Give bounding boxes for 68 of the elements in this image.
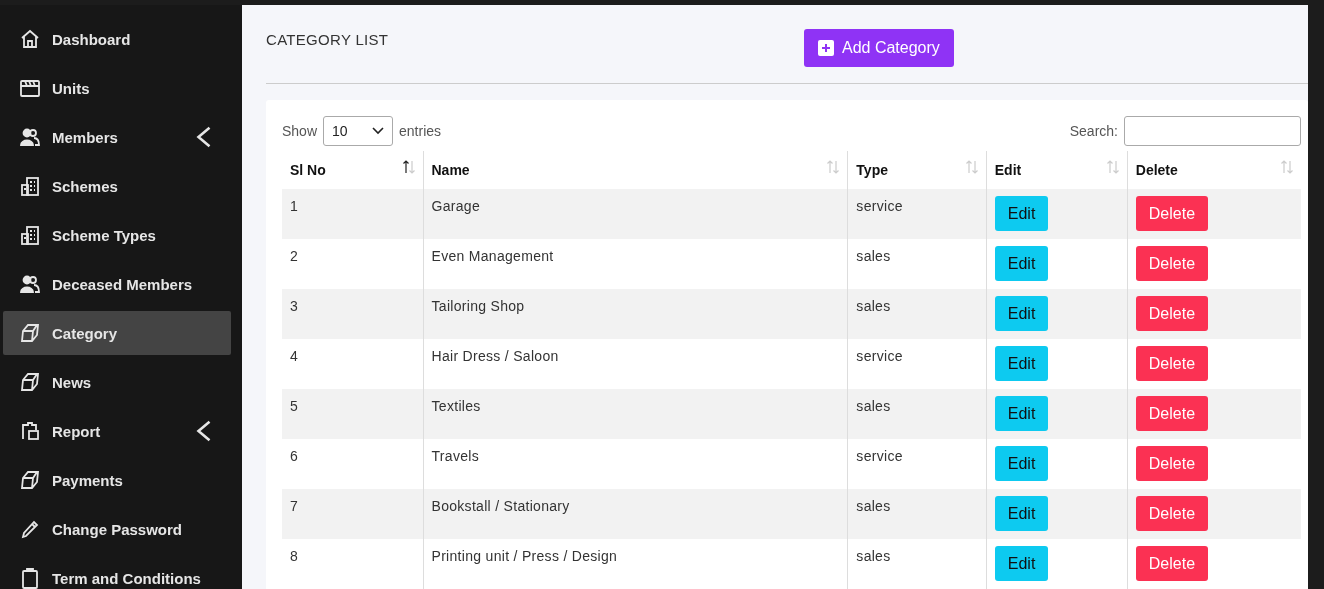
sidebar-item[interactable]: Payments	[3, 458, 231, 502]
table-cell: 7	[282, 489, 423, 539]
column-header[interactable]: Sl No	[282, 151, 423, 189]
sidebar-item[interactable]: News	[3, 360, 231, 404]
sidebar-item[interactable]: Scheme Types	[3, 213, 231, 257]
table-cell: service	[847, 189, 987, 239]
search-field[interactable]	[1124, 116, 1301, 146]
sidebar-item[interactable]: Report	[3, 409, 231, 453]
box-icon	[19, 322, 41, 344]
edit-button[interactable]: Edit	[994, 246, 1049, 281]
users-icon	[19, 273, 41, 295]
table-cell: Tailoring Shop	[423, 289, 848, 339]
sidebar-item[interactable]: Units	[3, 66, 231, 110]
edit-button[interactable]: Edit	[994, 396, 1049, 431]
table-cell: sales	[847, 389, 987, 439]
page-title: CATEGORY LIST	[266, 31, 390, 48]
sidebar-item[interactable]: Change Password	[3, 507, 231, 551]
table-cell: sales	[847, 489, 987, 539]
sidebar-item[interactable]: Members	[3, 115, 231, 159]
edit-button[interactable]: Edit	[994, 346, 1049, 381]
delete-button[interactable]: Delete	[1135, 396, 1209, 431]
table-cell: Garage	[423, 189, 848, 239]
home-icon	[19, 28, 41, 50]
sidebar-item[interactable]: Category	[3, 311, 231, 355]
table-cell: sales	[847, 289, 987, 339]
clapper-icon	[19, 77, 41, 99]
report-icon	[19, 420, 41, 442]
table-cell: 4	[282, 339, 423, 389]
add-category-button[interactable]: Add Category	[804, 29, 954, 67]
show-label: Show	[282, 123, 318, 139]
delete-button[interactable]: Delete	[1135, 446, 1209, 481]
delete-button[interactable]: Delete	[1135, 296, 1209, 331]
box-icon	[19, 469, 41, 491]
table-cell: Textiles	[423, 389, 848, 439]
delete-button[interactable]: Delete	[1135, 246, 1209, 281]
chevron-down-icon	[372, 127, 385, 135]
sidebar-item[interactable]: Deceased Members	[3, 262, 231, 306]
table-cell: Printing unit / Press / Design	[423, 539, 848, 589]
table-cell: sales	[847, 539, 987, 589]
sidebar-item[interactable]: Dashboard	[3, 17, 231, 61]
table-cell: 2	[282, 239, 423, 289]
delete-button[interactable]: Delete	[1135, 546, 1209, 581]
table-cell: 5	[282, 389, 423, 439]
delete-button[interactable]: Delete	[1135, 346, 1209, 381]
edit-button[interactable]: Edit	[994, 546, 1049, 581]
table-cell: 1	[282, 189, 423, 239]
sidebar-item[interactable]: Schemes	[3, 164, 231, 208]
table-cell: 8	[282, 539, 423, 589]
delete-button[interactable]: Delete	[1135, 196, 1209, 231]
box-icon	[19, 371, 41, 393]
sidebar-item[interactable]: Term and Conditions	[3, 556, 231, 589]
plus-square-icon	[818, 40, 834, 56]
edit-button[interactable]: Edit	[994, 446, 1049, 481]
table-cell: 3	[282, 289, 423, 339]
edit-button[interactable]: Edit	[994, 196, 1049, 231]
delete-button[interactable]: Delete	[1135, 496, 1209, 531]
building-icon	[19, 175, 41, 197]
entries-label: entries	[399, 123, 442, 139]
table-cell: 6	[282, 439, 423, 489]
edit-button[interactable]: Edit	[994, 496, 1049, 531]
page-size-dropdown[interactable]: 10	[323, 116, 394, 146]
users-icon	[19, 126, 41, 148]
search-label: Search:	[1069, 123, 1118, 139]
edit-button[interactable]: Edit	[994, 296, 1049, 331]
clipboard-icon	[19, 567, 41, 589]
table-cell: Bookstall / Stationary	[423, 489, 848, 539]
building-icon	[19, 224, 41, 246]
pencil-icon	[19, 518, 41, 540]
